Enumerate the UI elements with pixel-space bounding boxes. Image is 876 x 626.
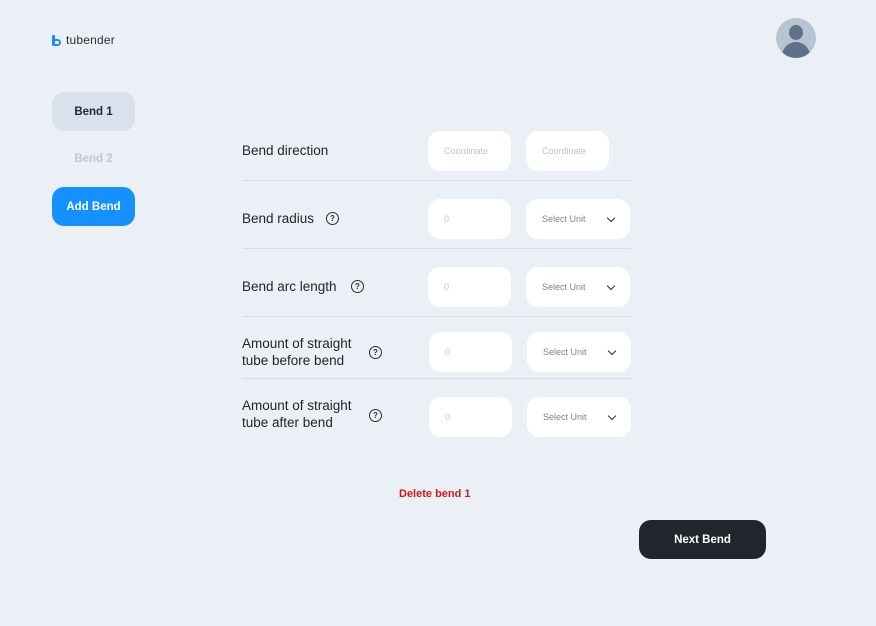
bend-arc-length-help-icon[interactable]: ? xyxy=(351,280,364,293)
straight-before-unit-text: Select Unit xyxy=(543,347,587,357)
straight-before-label-line-1: Amount of straight xyxy=(242,336,352,351)
row-divider xyxy=(242,180,631,181)
app-logo[interactable]: tubender xyxy=(52,33,115,47)
straight-after-input[interactable]: 0 xyxy=(429,397,512,437)
chevron-down-icon xyxy=(606,281,616,291)
straight-after-label-line-1: Amount of straight xyxy=(242,398,352,413)
straight-after-label-line-2: tube after bend xyxy=(242,415,333,430)
row-divider xyxy=(242,316,631,317)
avatar-body xyxy=(782,42,810,58)
avatar-head xyxy=(789,25,803,40)
bend-arc-length-label: Bend arc length xyxy=(242,279,337,294)
bend-radius-unit-text: Select Unit xyxy=(542,214,586,224)
row-divider xyxy=(242,378,631,379)
app-frame: tubender Bend 1 Bend 2 Add Bend Bend dir… xyxy=(0,0,876,626)
straight-before-input[interactable]: 0 xyxy=(429,332,512,372)
bend-arc-length-unit-text: Select Unit xyxy=(542,282,586,292)
coordinate-2-input[interactable]: Coordinate xyxy=(526,131,609,171)
bend-arc-length-input[interactable]: 0 xyxy=(428,267,511,307)
straight-before-label-line-2: tube before bend xyxy=(242,353,345,368)
user-avatar[interactable] xyxy=(776,18,816,58)
chevron-down-icon xyxy=(607,411,617,421)
bend-radius-unit-select[interactable]: Select Unit xyxy=(526,199,630,239)
logo-icon xyxy=(52,34,61,46)
app-name: tubender xyxy=(66,33,115,47)
sidebar-item-bend-1[interactable]: Bend 1 xyxy=(52,92,135,131)
coordinate-1-input[interactable]: Coordinate xyxy=(428,131,511,171)
add-bend-button[interactable]: Add Bend xyxy=(52,187,135,226)
straight-after-help-icon[interactable]: ? xyxy=(369,409,382,422)
row-divider xyxy=(242,248,631,249)
chevron-down-icon xyxy=(607,346,617,356)
bend-direction-label: Bend direction xyxy=(242,143,329,158)
next-bend-button[interactable]: Next Bend xyxy=(639,520,766,559)
bend-radius-help-icon[interactable]: ? xyxy=(326,212,339,225)
bend-radius-label: Bend radius xyxy=(242,211,315,226)
sidebar-item-bend-2[interactable]: Bend 2 xyxy=(52,139,135,178)
bend-arc-length-unit-select[interactable]: Select Unit xyxy=(526,267,630,307)
bend-radius-input[interactable]: 0 xyxy=(428,199,511,239)
straight-before-help-icon[interactable]: ? xyxy=(369,346,382,359)
straight-before-unit-select[interactable]: Select Unit xyxy=(527,332,631,372)
straight-after-unit-text: Select Unit xyxy=(543,412,587,422)
delete-bend-link[interactable]: Delete bend 1 xyxy=(399,488,471,500)
chevron-down-icon xyxy=(606,213,616,223)
straight-after-unit-select[interactable]: Select Unit xyxy=(527,397,631,437)
